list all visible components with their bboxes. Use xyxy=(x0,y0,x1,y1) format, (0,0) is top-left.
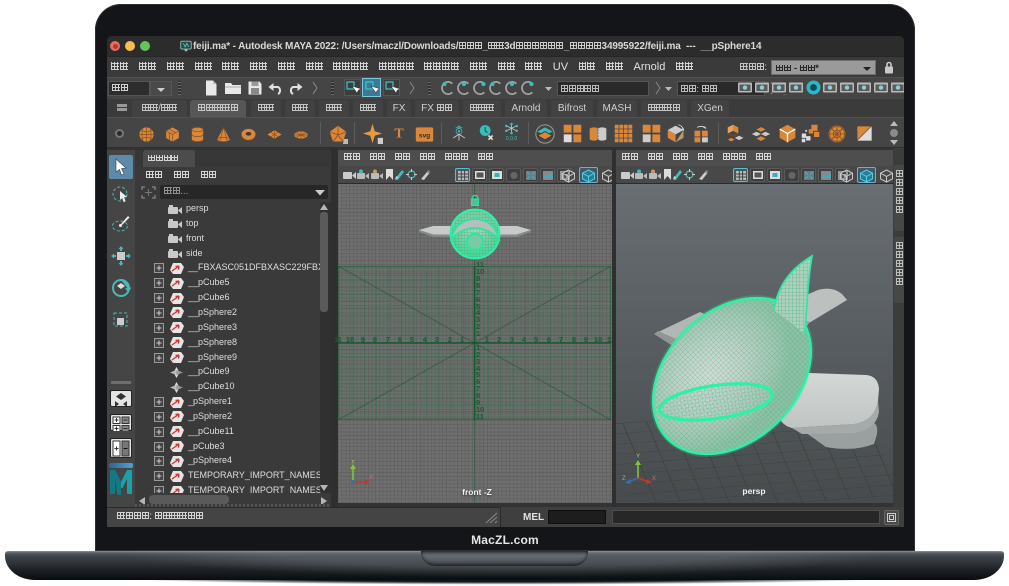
svg-text:X: X xyxy=(369,475,373,481)
svg-text:persp: persp xyxy=(742,486,765,496)
svg-text:Y: Y xyxy=(351,460,355,466)
svg-text:0,0,0: 0,0,0 xyxy=(506,136,518,141)
svg-text:Y: Y xyxy=(636,454,640,460)
svg-text:T: T xyxy=(394,127,404,141)
svg-text:Z: Z xyxy=(622,476,626,482)
svg-text:X: X xyxy=(652,476,656,482)
svg-text:svg: svg xyxy=(419,133,431,140)
